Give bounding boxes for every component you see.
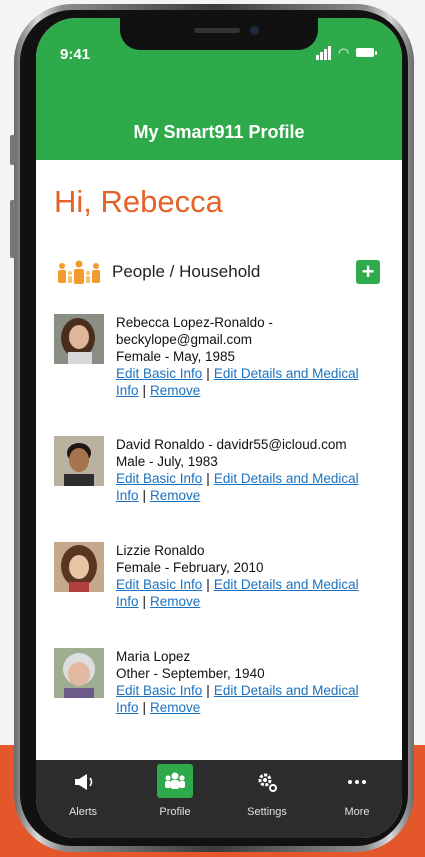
status-icons: ◠ bbox=[316, 46, 378, 60]
tab-label: Alerts bbox=[68, 806, 98, 818]
person-name: Maria Lopez bbox=[116, 649, 191, 664]
person-gender-dob: Male - July, 1983 bbox=[116, 454, 218, 469]
phone-screen: 9:41 ◠ My Smart911 Profile Hi, Rebecca P… bbox=[36, 18, 402, 838]
avatar bbox=[54, 436, 104, 486]
remove-person-link[interactable]: Remove bbox=[150, 594, 200, 609]
gear-icon bbox=[253, 768, 281, 796]
notch bbox=[120, 18, 318, 50]
remove-person-link[interactable]: Remove bbox=[150, 700, 200, 715]
side-button bbox=[10, 200, 15, 258]
person-info: David Ronaldo - davidr55@icloud.com Male… bbox=[116, 436, 384, 504]
remove-person-link[interactable]: Remove bbox=[150, 383, 200, 398]
battery-icon bbox=[356, 48, 377, 57]
person-name: David Ronaldo - davidr55@icloud.com bbox=[116, 437, 347, 452]
add-person-button[interactable]: + bbox=[356, 260, 380, 284]
edit-basic-info-link[interactable]: Edit Basic Info bbox=[116, 366, 202, 381]
tab-label: More bbox=[344, 806, 370, 818]
remove-person-link[interactable]: Remove bbox=[150, 488, 200, 503]
signal-icon bbox=[316, 55, 319, 60]
edit-basic-info-link[interactable]: Edit Basic Info bbox=[116, 683, 202, 698]
tab-profile[interactable]: Profile bbox=[140, 760, 210, 838]
people-icon bbox=[157, 764, 193, 798]
person-info: Rebecca Lopez-Ronaldo - beckylope@gmail.… bbox=[116, 314, 384, 399]
avatar bbox=[54, 314, 104, 364]
status-time: 9:41 bbox=[60, 46, 91, 63]
person-email: beckylope@gmail.com bbox=[116, 332, 253, 347]
tab-settings[interactable]: Settings bbox=[232, 760, 302, 838]
avatar bbox=[54, 648, 104, 698]
edit-basic-info-link[interactable]: Edit Basic Info bbox=[116, 471, 202, 486]
person-name: Lizzie Ronaldo bbox=[116, 543, 205, 558]
bottom-tab-bar: Alerts Profile Settings More bbox=[36, 760, 402, 838]
person-info: Lizzie Ronaldo Female - February, 2010 E… bbox=[116, 542, 384, 610]
tab-more[interactable]: More bbox=[322, 760, 392, 838]
tab-alerts[interactable]: Alerts bbox=[48, 760, 118, 838]
megaphone-icon bbox=[69, 768, 97, 796]
tab-label: Profile bbox=[159, 806, 191, 818]
person-gender-dob: Other - September, 1940 bbox=[116, 666, 265, 681]
more-dots-icon bbox=[343, 768, 371, 796]
person-gender-dob: Female - May, 1985 bbox=[116, 349, 236, 364]
greeting: Hi, Rebecca bbox=[54, 184, 223, 219]
app-header: 9:41 ◠ My Smart911 Profile bbox=[36, 18, 402, 160]
person-info: Maria Lopez Other - September, 1940 Edit… bbox=[116, 648, 384, 716]
tab-label: Settings bbox=[247, 806, 287, 818]
person-gender-dob: Female - February, 2010 bbox=[116, 560, 264, 575]
person-name: Rebecca Lopez-Ronaldo - bbox=[116, 315, 273, 330]
household-icon bbox=[58, 260, 100, 284]
avatar bbox=[54, 542, 104, 592]
page-title: My Smart911 Profile bbox=[133, 122, 305, 142]
section-title: People / Household bbox=[112, 262, 261, 281]
edit-basic-info-link[interactable]: Edit Basic Info bbox=[116, 577, 202, 592]
side-button bbox=[10, 135, 15, 165]
people-section-header: People / Household + bbox=[54, 258, 384, 288]
wifi-icon: ◠ bbox=[338, 45, 350, 60]
